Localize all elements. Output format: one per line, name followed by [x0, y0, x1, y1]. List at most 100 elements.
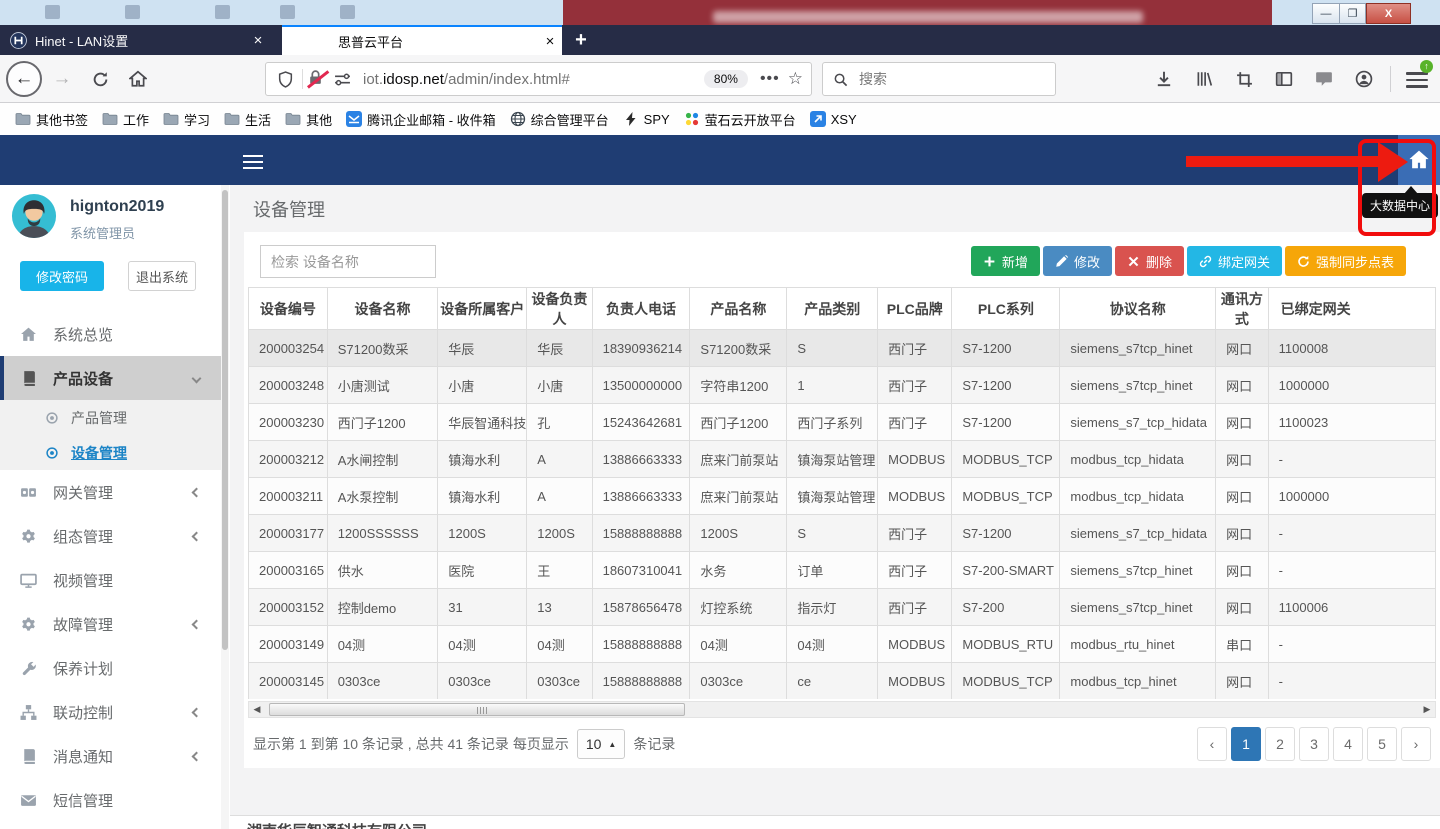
bookmark-ys7-open-platform[interactable]: 萤石云开放平台: [677, 107, 803, 132]
sidebar-item-maintenance-plan[interactable]: 保养计划: [0, 646, 222, 690]
sidebar-item-video-management[interactable]: 视频管理: [0, 558, 222, 602]
sidebar-item-linkage-control[interactable]: 联动控制: [0, 690, 222, 734]
scroll-right-icon[interactable]: ▶: [1419, 702, 1435, 717]
edit-button[interactable]: 修改: [1043, 246, 1112, 276]
force-sync-button[interactable]: 强制同步点表: [1285, 246, 1406, 276]
insecure-lock-icon[interactable]: [307, 69, 329, 89]
pencil-icon: [1055, 255, 1068, 268]
sidebar-item-fault-management[interactable]: 故障管理: [0, 602, 222, 646]
table-cell: 网口: [1216, 663, 1269, 700]
sidebar-collapse-icon[interactable]: [243, 151, 263, 173]
table-row[interactable]: 200003212A水闸控制镇海水利A13886663333庶来门前泵站镇海泵站…: [249, 441, 1436, 478]
dot-icon: [45, 446, 59, 460]
tab-sipu-cloud[interactable]: 思普云平台 ×: [282, 25, 562, 55]
table-row[interactable]: 20000314904测04测04测1588888888804测04测MODBU…: [249, 626, 1436, 663]
bookmark-tencent-exmail[interactable]: 腾讯企业邮箱 - 收件箱: [339, 107, 503, 132]
dot-icon: [45, 411, 59, 425]
table-row[interactable]: 200003211A水泵控制镇海水利A13886663333庶来门前泵站镇海泵站…: [249, 478, 1436, 515]
back-button[interactable]: ←: [6, 61, 42, 97]
table-cell: 西门子: [878, 367, 952, 404]
account-icon[interactable]: [1348, 63, 1380, 95]
page-size-select[interactable]: 10 ▲: [577, 729, 626, 759]
minimize-button[interactable]: —: [1312, 3, 1339, 24]
table-row[interactable]: 200003254S71200数采华辰华辰18390936214S71200数采…: [249, 330, 1436, 367]
home-button[interactable]: [122, 63, 154, 95]
bookmark-other-bookmarks[interactable]: 其他书签: [8, 107, 95, 132]
tab-close-icon[interactable]: ×: [246, 32, 270, 49]
reload-button[interactable]: [84, 63, 116, 95]
scroll-left-icon[interactable]: ◀: [249, 702, 265, 717]
bookmark-xsy[interactable]: XSY: [803, 108, 864, 130]
shield-icon[interactable]: [272, 71, 298, 88]
tab-close-icon[interactable]: ×: [538, 33, 562, 50]
pager-next[interactable]: ›: [1401, 727, 1431, 761]
sidebar-item-sms-management[interactable]: 短信管理: [0, 778, 222, 822]
url-bar[interactable]: iot.idosp.net/admin/index.html# 80% ••• …: [265, 62, 812, 96]
add-button[interactable]: 新增: [971, 246, 1040, 276]
bookmark-integrated-platform[interactable]: 综合管理平台: [503, 107, 616, 132]
delete-button[interactable]: 删除: [1115, 246, 1184, 276]
bookmark-study[interactable]: 学习: [156, 107, 217, 132]
sidebar-scrollbar[interactable]: [221, 185, 229, 829]
table-cell: 华辰: [527, 330, 592, 367]
pager-page-3[interactable]: 3: [1299, 727, 1329, 761]
zoom-level-badge[interactable]: 80%: [704, 70, 748, 88]
sidebar-item-device-management[interactable]: 设备管理: [0, 435, 222, 470]
new-tab-button[interactable]: +: [568, 27, 594, 53]
sidebar-item-product-device[interactable]: 产品设备: [0, 356, 222, 400]
bookmark-life[interactable]: 生活: [217, 107, 278, 132]
sidebar-item-system-overview[interactable]: 系统总览: [0, 312, 222, 356]
bind-gateway-button[interactable]: 绑定网关: [1187, 246, 1282, 276]
avatar[interactable]: [11, 193, 57, 239]
table-row[interactable]: 200003152控制demo311315878656478灯控系统指示灯西门子…: [249, 589, 1436, 626]
sidebar-item-gateway-management[interactable]: 网关管理: [0, 470, 222, 514]
bookmarks-bar: 其他书签工作学习生活其他腾讯企业邮箱 - 收件箱综合管理平台SPY萤石云开放平台…: [0, 103, 1440, 135]
bookmark-spy[interactable]: SPY: [616, 108, 677, 130]
chat-bubble-icon[interactable]: [1308, 63, 1340, 95]
permissions-icon[interactable]: [329, 71, 355, 88]
tab-hinet[interactable]: Hinet - LAN设置 ×: [0, 25, 270, 55]
search-bar[interactable]: 搜索: [822, 62, 1056, 96]
table-row[interactable]: 2000031771200SSSSSS1200S1200S15888888888…: [249, 515, 1436, 552]
close-button[interactable]: X: [1366, 3, 1411, 24]
folder-icon: [15, 111, 31, 127]
pager-page-2[interactable]: 2: [1265, 727, 1295, 761]
forward-button[interactable]: →: [46, 63, 78, 95]
annotation-arrow: [1186, 156, 1382, 167]
table-row[interactable]: 200003230西门子1200华辰智通科技孔15243642681西门子120…: [249, 404, 1436, 441]
scrollbar-thumb[interactable]: [269, 703, 685, 716]
table-cell: 13500000000: [592, 367, 690, 404]
device-search-input[interactable]: [260, 245, 436, 278]
table-header-row: 设备编号设备名称设备所属客户设备负责人负责人电话产品名称产品类别PLC品牌PLC…: [249, 288, 1436, 330]
pager-page-4[interactable]: 4: [1333, 727, 1363, 761]
sidebar-item-message-notice[interactable]: 消息通知: [0, 734, 222, 778]
pager-page-1[interactable]: 1: [1231, 727, 1261, 761]
restore-button[interactable]: ❐: [1339, 3, 1366, 24]
records-summary: 显示第 1 到第 10 条记录 , 总共 41 条记录 每页显示: [253, 734, 569, 754]
table-cell: 15878656478: [592, 589, 690, 626]
sidebar-item-config-management[interactable]: 组态管理: [0, 514, 222, 558]
window-controls: — ❐ X: [1312, 3, 1411, 24]
url-text[interactable]: iot.idosp.net/admin/index.html#: [363, 71, 570, 88]
logout-button[interactable]: 退出系统: [128, 261, 196, 291]
change-password-button[interactable]: 修改密码: [20, 261, 104, 291]
horizontal-scrollbar[interactable]: ◀ ▶: [248, 701, 1436, 718]
sidebar-item-product-management[interactable]: 产品管理: [0, 400, 222, 435]
downloads-icon[interactable]: [1148, 63, 1180, 95]
pager-page-5[interactable]: 5: [1367, 727, 1397, 761]
bookmark-star-icon[interactable]: ☆: [788, 69, 803, 89]
library-icon[interactable]: [1188, 63, 1220, 95]
scrollbar-thumb[interactable]: [222, 190, 228, 650]
sidebar-toggle-icon[interactable]: [1268, 63, 1300, 95]
screenshot-icon[interactable]: [1228, 63, 1260, 95]
records-summary-suffix: 条记录: [633, 734, 675, 754]
table-row[interactable]: 200003248小唐测试小唐小唐13500000000字符串12001西门子S…: [249, 367, 1436, 404]
table-cell: 200003254: [249, 330, 328, 367]
bookmark-work[interactable]: 工作: [95, 107, 156, 132]
pager-prev[interactable]: ‹: [1197, 727, 1227, 761]
table-row[interactable]: 2000031450303ce0303ce0303ce1588888888803…: [249, 663, 1436, 700]
table-cell: 字符串1200: [690, 367, 787, 404]
page-actions-icon[interactable]: •••: [760, 70, 780, 88]
bookmark-other[interactable]: 其他: [278, 107, 339, 132]
table-row[interactable]: 200003165供水医院王18607310041水务订单西门子S7-200-S…: [249, 552, 1436, 589]
